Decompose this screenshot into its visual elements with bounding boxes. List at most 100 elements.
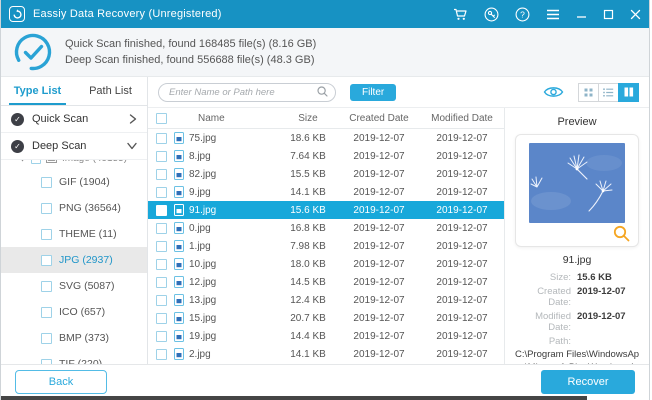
file-name: 13.jpg [189,295,216,306]
search-box [158,82,336,102]
file-name: 2.jpg [189,349,211,360]
file-modified: 2019-12-07 [420,349,504,360]
row-checkbox[interactable] [156,349,167,360]
minimize-icon[interactable] [576,9,587,20]
created-label: Created Date: [513,286,571,308]
recover-button[interactable]: Recover [541,370,635,394]
column-header-created[interactable]: Created Date [338,113,420,124]
type-label: BMP (373) [59,332,109,344]
table-row[interactable]: 19.jpg 14.4 KB 2019-12-07 2019-12-07 [148,327,504,345]
sidebar-item-image-category[interactable]: Image (49155) [1,160,147,169]
chevron-down-icon[interactable] [127,142,137,150]
row-checkbox[interactable] [156,331,167,342]
file-size: 14.1 KB [278,349,338,360]
select-all-checkbox[interactable] [156,113,167,124]
file-icon [174,312,184,324]
maximize-icon[interactable] [603,9,614,20]
file-created: 2019-12-07 [338,277,420,288]
file-modified: 2019-12-07 [420,151,504,162]
type-checkbox[interactable] [41,333,52,344]
row-checkbox[interactable] [156,205,167,216]
table-row[interactable]: 8.jpg 7.64 KB 2019-12-07 2019-12-07 [148,147,504,165]
zoom-preview-icon[interactable] [613,225,630,242]
key-icon[interactable] [484,7,499,22]
file-size: 15.6 KB [278,205,338,216]
row-checkbox[interactable] [156,241,167,252]
sidebar-type-item[interactable]: TIF (220) [1,351,147,364]
tab-type-list[interactable]: Type List [1,77,74,105]
column-header-name[interactable]: Name [174,113,278,124]
preview-eye-icon[interactable] [543,85,564,99]
file-icon [174,276,184,288]
grid-view-button[interactable] [578,83,599,102]
search-icon[interactable] [317,86,328,97]
column-header-size[interactable]: Size [278,113,338,124]
sidebar-type-item[interactable]: JPG (2937) [1,247,147,273]
column-header-modified[interactable]: Modified Date [420,113,504,124]
file-name: 91.jpg [189,205,216,216]
file-created: 2019-12-07 [338,331,420,342]
file-details: Size: 15.6 KB Created Date: 2019-12-07 M… [513,272,641,347]
toolbar: Filter [148,77,649,108]
search-input[interactable] [158,83,336,102]
help-icon[interactable]: ? [515,7,530,22]
cart-icon[interactable] [453,8,468,21]
row-checkbox[interactable] [156,295,167,306]
sidebar-item-deep-scan[interactable]: ✓ Deep Scan [1,133,147,160]
file-size: 20.7 KB [278,313,338,324]
chevron-right-icon[interactable] [129,114,137,124]
row-checkbox[interactable] [156,259,167,270]
preview-filename: 91.jpg [513,254,641,266]
preview-card [515,134,639,247]
file-icon [174,204,184,216]
sidebar-type-item[interactable]: SVG (5087) [1,273,147,299]
row-checkbox[interactable] [156,151,167,162]
titlebar: Eassiy Data Recovery (Unregistered) ? [1,0,649,28]
table-row[interactable]: 91.jpg 15.6 KB 2019-12-07 2019-12-07 [148,201,504,219]
column-view-button[interactable] [618,83,639,102]
sidebar-type-item[interactable]: BMP (373) [1,325,147,351]
table-row[interactable]: 1.jpg 7.98 KB 2019-12-07 2019-12-07 [148,237,504,255]
file-modified: 2019-12-07 [420,277,504,288]
row-checkbox[interactable] [156,223,167,234]
table-row[interactable]: 10.jpg 18.0 KB 2019-12-07 2019-12-07 [148,255,504,273]
triangle-collapse-icon[interactable] [19,160,26,162]
tab-path-list[interactable]: Path List [74,77,147,105]
table-row[interactable]: 82.jpg 15.5 KB 2019-12-07 2019-12-07 [148,165,504,183]
sidebar-item-quick-scan[interactable]: ✓ Quick Scan [1,106,147,133]
table-row[interactable]: 75.jpg 18.6 KB 2019-12-07 2019-12-07 [148,129,504,147]
row-checkbox[interactable] [156,169,167,180]
list-view-button[interactable] [598,83,619,102]
sidebar-type-item[interactable]: ICO (657) [1,299,147,325]
type-checkbox[interactable] [41,281,52,292]
table-row[interactable]: 2.jpg 14.1 KB 2019-12-07 2019-12-07 [148,345,504,363]
view-toggle-group [578,83,639,102]
sidebar-type-item[interactable]: PNG (36564) [1,195,147,221]
row-checkbox[interactable] [156,133,167,144]
sidebar-type-item[interactable]: THEME (11) [1,221,147,247]
type-checkbox[interactable] [41,359,52,365]
type-checkbox[interactable] [41,177,52,188]
row-checkbox[interactable] [156,187,167,198]
sidebar-type-item[interactable]: GIF (1904) [1,169,147,195]
close-icon[interactable] [630,9,641,20]
row-checkbox[interactable] [156,277,167,288]
type-checkbox[interactable] [41,203,52,214]
image-category-checkbox[interactable] [31,160,41,164]
table-row[interactable]: 0.jpg 16.8 KB 2019-12-07 2019-12-07 [148,219,504,237]
table-header: Name Size Created Date Modified Date [148,108,504,129]
table-row[interactable]: 12.jpg 14.5 KB 2019-12-07 2019-12-07 [148,273,504,291]
window-title: Eassiy Data Recovery (Unregistered) [33,8,222,20]
row-checkbox[interactable] [156,313,167,324]
file-modified: 2019-12-07 [420,223,504,234]
type-checkbox[interactable] [41,255,52,266]
type-checkbox[interactable] [41,229,52,240]
back-button[interactable]: Back [15,370,107,394]
file-icon [174,348,184,360]
table-row[interactable]: 13.jpg 12.4 KB 2019-12-07 2019-12-07 [148,291,504,309]
type-checkbox[interactable] [41,307,52,318]
menu-icon[interactable] [546,9,560,20]
table-row[interactable]: 15.jpg 20.7 KB 2019-12-07 2019-12-07 [148,309,504,327]
table-row[interactable]: 9.jpg 14.1 KB 2019-12-07 2019-12-07 [148,183,504,201]
filter-button[interactable]: Filter [350,84,396,101]
